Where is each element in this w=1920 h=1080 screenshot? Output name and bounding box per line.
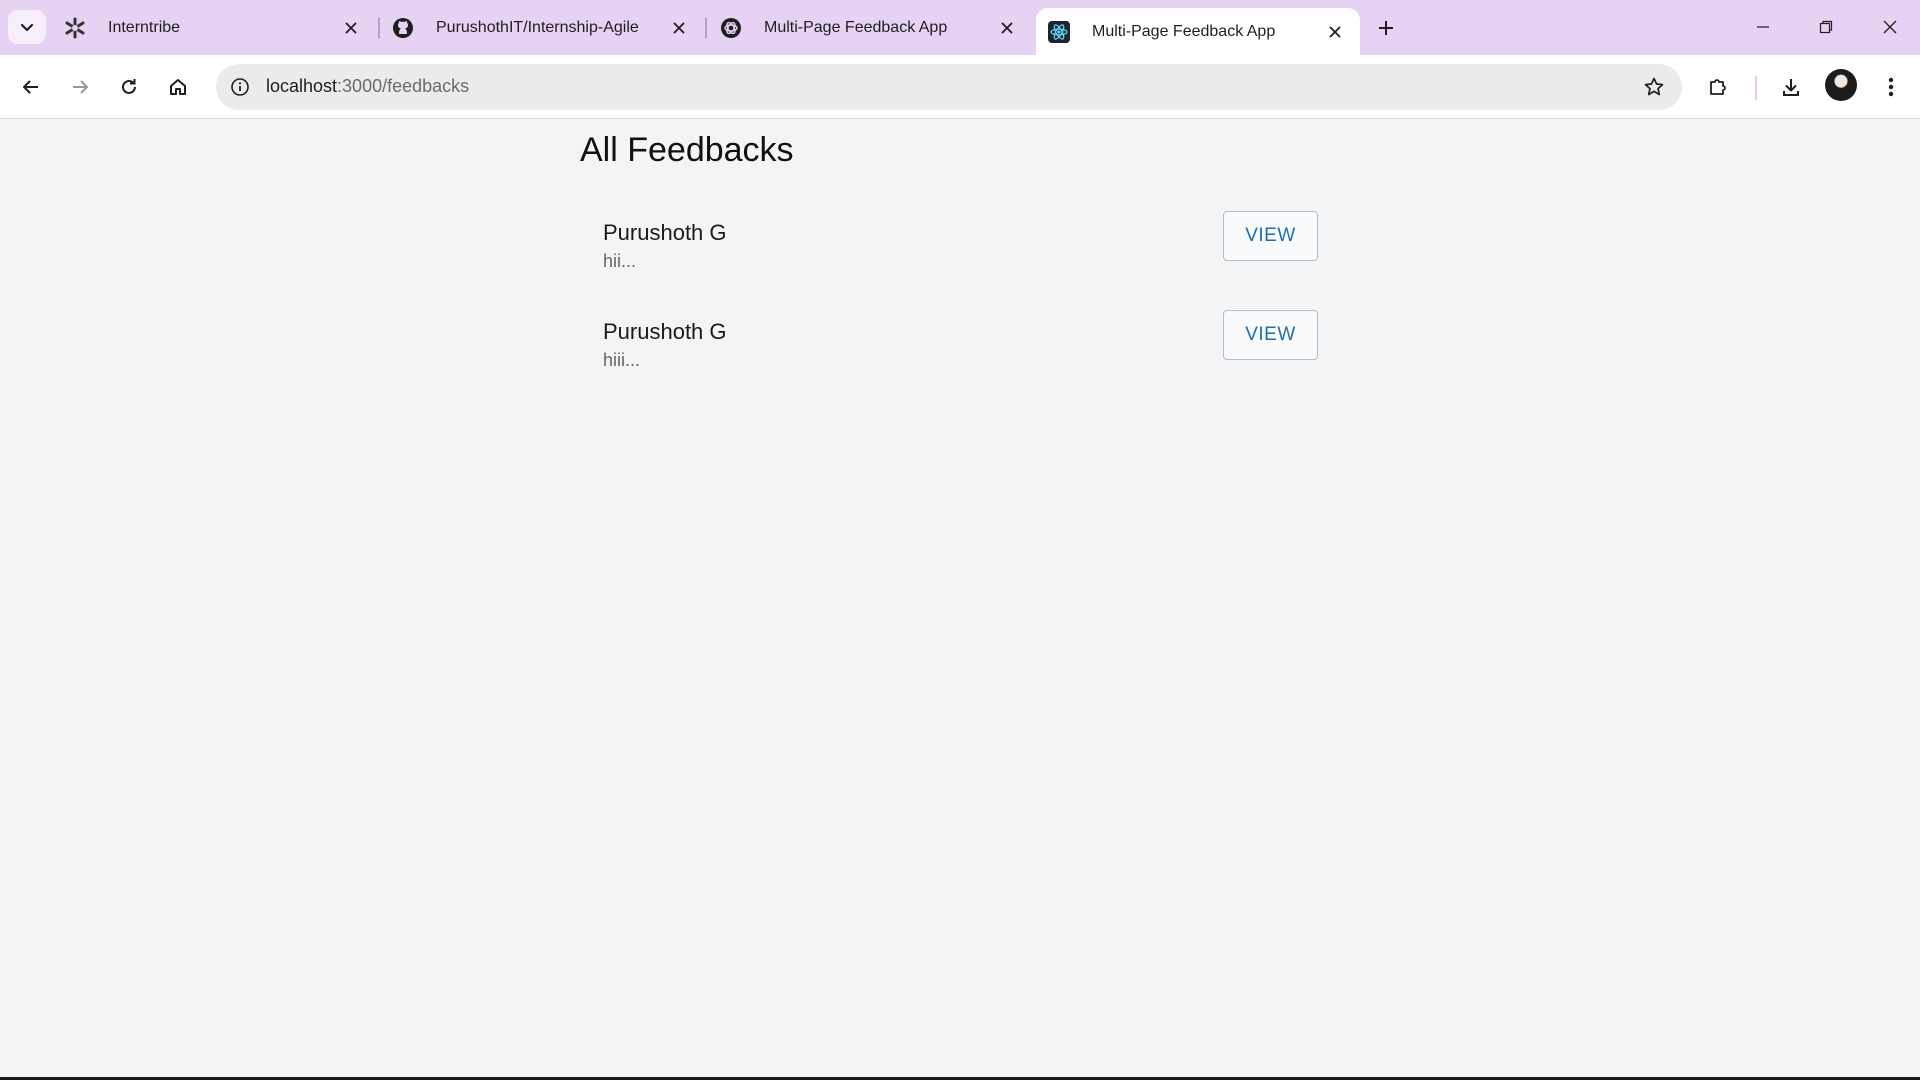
browser-toolbar: localhost:3000/feedbacks — [0, 55, 1920, 119]
address-bar[interactable]: localhost:3000/feedbacks — [216, 64, 1682, 110]
view-feedback-button[interactable]: VIEW — [1223, 211, 1318, 261]
back-button[interactable] — [11, 67, 51, 107]
tab-strip: Interntribe PurushothIT/Internship-Agile… — [0, 0, 1920, 55]
more-vert-icon — [1888, 77, 1894, 97]
feedback-excerpt: hiii... — [603, 350, 641, 370]
restore-icon — [1819, 20, 1833, 34]
forward-button[interactable] — [60, 67, 100, 107]
tab-title: Interntribe — [108, 18, 181, 36]
page-title: All Feedbacks — [580, 131, 794, 169]
puzzle-icon — [1710, 79, 1726, 95]
bookmark-star-icon[interactable] — [1642, 75, 1666, 99]
minimize-icon — [1757, 26, 1769, 28]
arrow-right-icon — [73, 80, 88, 94]
url-host: localhost — [266, 76, 338, 96]
url-path: :3000/feedbacks — [337, 76, 470, 96]
feedback-author: Purushoth G — [603, 220, 727, 245]
new-tab-button[interactable] — [1370, 12, 1402, 44]
tab-feedback-app[interactable]: Multi-Page Feedback App — [708, 6, 1032, 49]
tab-title: Multi-Page Feedback App — [1092, 22, 1276, 40]
interntribe-logo-icon — [64, 17, 86, 39]
home-button[interactable] — [158, 67, 198, 107]
home-icon — [170, 79, 186, 95]
page-content: All Feedbacks Purushoth G hii... VIEW Pu… — [0, 119, 1920, 1077]
feedback-item: Purushoth G hii... VIEW — [580, 211, 1320, 310]
close-icon[interactable] — [1324, 21, 1346, 43]
feedback-excerpt: hii... — [603, 251, 637, 271]
downloads-button[interactable] — [1771, 67, 1811, 107]
openai-icon — [720, 17, 742, 39]
tab-separator — [705, 17, 707, 39]
tab-title: PurushothIT/Internship-Agile — [436, 18, 639, 36]
restore-button[interactable] — [1806, 8, 1846, 46]
download-icon — [1783, 79, 1799, 96]
close-window-button[interactable] — [1870, 8, 1910, 46]
feedback-item: Purushoth G hiii... VIEW — [580, 310, 1320, 409]
browser-chrome: Interntribe PurushothIT/Internship-Agile… — [0, 0, 1920, 119]
view-feedback-button[interactable]: VIEW — [1223, 310, 1318, 360]
plus-icon — [1379, 21, 1393, 35]
site-info-icon[interactable] — [228, 75, 252, 99]
minimize-button[interactable] — [1743, 8, 1783, 46]
tab-interntribe[interactable]: Interntribe — [52, 6, 376, 49]
browser-menu-button[interactable] — [1871, 67, 1911, 107]
reload-button[interactable] — [109, 67, 149, 107]
extensions-button[interactable] — [1698, 67, 1738, 107]
reload-icon — [122, 79, 136, 94]
github-icon — [392, 17, 414, 39]
arrow-left-icon — [23, 80, 38, 94]
close-icon[interactable] — [340, 17, 362, 39]
tab-search-button[interactable] — [8, 10, 46, 44]
close-icon[interactable] — [996, 17, 1018, 39]
close-icon — [1883, 20, 1897, 34]
feedback-author: Purushoth G — [603, 319, 727, 344]
tab-title: Multi-Page Feedback App — [764, 18, 948, 36]
react-icon — [1048, 20, 1070, 43]
close-icon[interactable] — [668, 17, 690, 39]
address-url[interactable]: localhost:3000/feedbacks — [266, 76, 469, 97]
tab-feedback-app-active[interactable]: Multi-Page Feedback App — [1036, 8, 1360, 55]
profile-avatar[interactable] — [1825, 69, 1857, 101]
chevron-down-icon — [20, 23, 34, 32]
toolbar-separator — [1755, 76, 1757, 100]
tab-github[interactable]: PurushothIT/Internship-Agile — [380, 6, 704, 49]
